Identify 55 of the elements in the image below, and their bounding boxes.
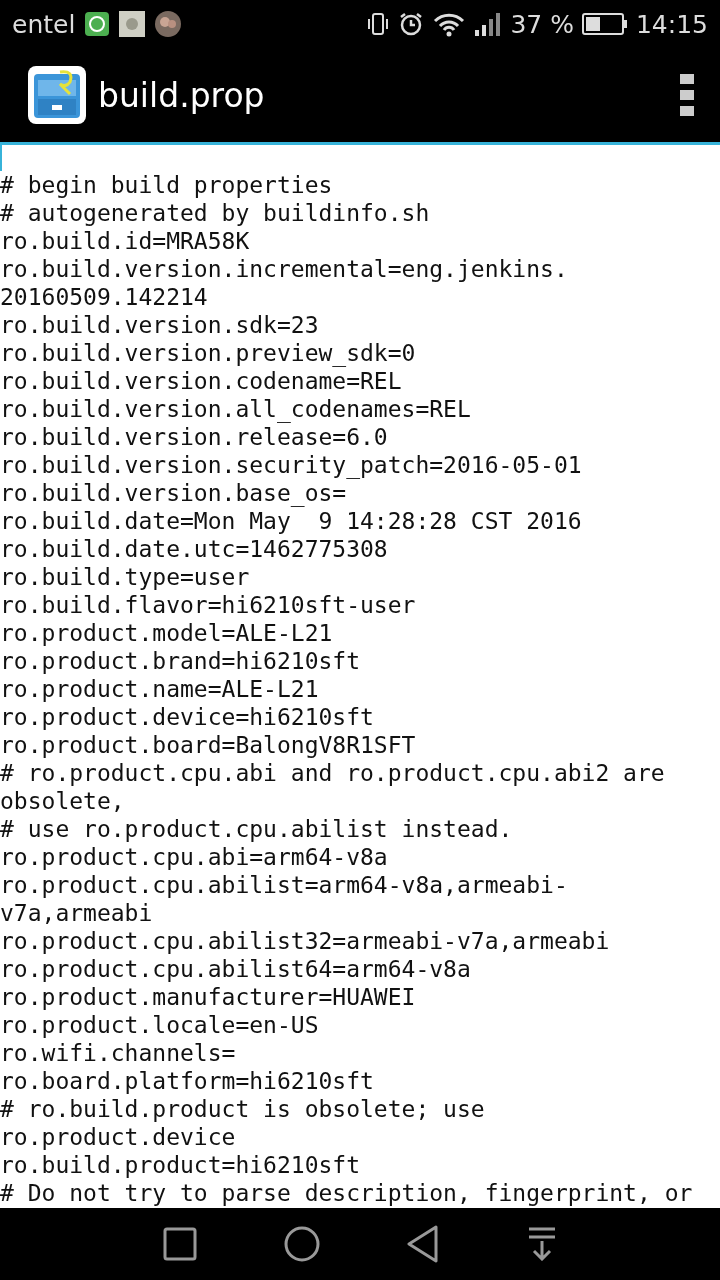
code-line: ro.product.model=ALE-L21 [0, 619, 334, 647]
code-line: ro.product.cpu.abilist=arm64-v8a,armeabi- [0, 871, 569, 899]
code-line: ro.build.product=hi6210sft [0, 1151, 362, 1179]
code-line: ro.build.version.codename=REL [0, 367, 403, 395]
code-line: ro.build.version.sdk=23 [0, 311, 320, 339]
code-line: # begin build properties [0, 171, 334, 199]
carrier-name: entel [12, 9, 76, 39]
back-icon[interactable] [406, 1225, 441, 1263]
signal-icon [474, 11, 503, 37]
more-options-icon[interactable] [680, 74, 694, 116]
code-line: # Do not try to parse description, fingerprint, or [0, 1179, 694, 1207]
code-line: # ro.build.product is obsolete; use [0, 1095, 486, 1123]
recents-icon[interactable] [163, 1227, 198, 1261]
code-line: ro.build.id=MRA58K [0, 227, 251, 255]
battery-percentage: 37 % [510, 9, 574, 39]
code-line: ro.build.version.all_codenames=REL [0, 395, 472, 423]
code-line: ro.product.board=BalongV8R1SFT [0, 731, 417, 759]
code-line: ro.build.flavor=hi6210sft-user [0, 591, 417, 619]
code-line: ro.product.cpu.abilist32=armeabi-v7a,armeabi [0, 927, 611, 955]
image-icon [119, 11, 146, 37]
clock-time: 14:15 [635, 9, 708, 39]
download-icon[interactable] [526, 1227, 557, 1261]
code-line: ro.build.version.incremental=eng.jenkins. [0, 255, 569, 283]
code-line: ro.product.locale=en-US [0, 1011, 320, 1039]
code-line: ro.build.date.utc=1462775308 [0, 535, 389, 563]
code-line: v7a,armeabi [0, 899, 154, 927]
code-line: ro.product.manufacturer=HUAWEI [0, 983, 417, 1011]
code-line: # autogenerated by buildinfo.sh [0, 199, 431, 227]
code-line: ro.build.type=user [0, 563, 251, 591]
code-line: ro.product.device [0, 1123, 237, 1151]
chat-app-icon [85, 12, 110, 36]
code-line: ro.build.date=Mon May 9 14:28:28 CST 2016 [0, 507, 583, 535]
code-line: ro.product.cpu.abi=arm64-v8a [0, 843, 389, 871]
code-line: ro.board.platform=hi6210sft [0, 1067, 375, 1095]
code-line: obsolete, [0, 787, 126, 815]
code-line: ro.wifi.channels= [0, 1039, 237, 1067]
code-line: ro.product.cpu.abilist64=arm64-v8a [0, 955, 472, 983]
code-line: # ro.product.cpu.abi and ro.product.cpu.abi2 are [0, 759, 666, 787]
code-line: ro.build.version.security_patch=2016-05-01 [0, 451, 583, 479]
code-line: ro.build.version.preview_sdk=0 [0, 339, 417, 367]
file-cabinet-icon [28, 66, 86, 124]
text-editor[interactable] [0, 145, 720, 1208]
home-icon[interactable] [283, 1226, 320, 1262]
window-title: build.prop [98, 75, 266, 115]
code-line: 20160509.142214 [0, 283, 209, 311]
wifi-icon [432, 11, 467, 37]
avatar-icon [155, 11, 182, 37]
code-line: # use ro.product.cpu.abilist instead. [0, 815, 514, 843]
code-line: ro.build.version.release=6.0 [0, 423, 389, 451]
vibrate-icon [366, 11, 391, 37]
code-line: ro.product.name=ALE-L21 [0, 675, 320, 703]
code-line: ro.build.version.base_os= [0, 479, 348, 507]
code-line: ro.product.device=hi6210sft [0, 703, 375, 731]
battery-icon [581, 12, 628, 36]
code-line: ro.product.brand=hi6210sft [0, 647, 362, 675]
